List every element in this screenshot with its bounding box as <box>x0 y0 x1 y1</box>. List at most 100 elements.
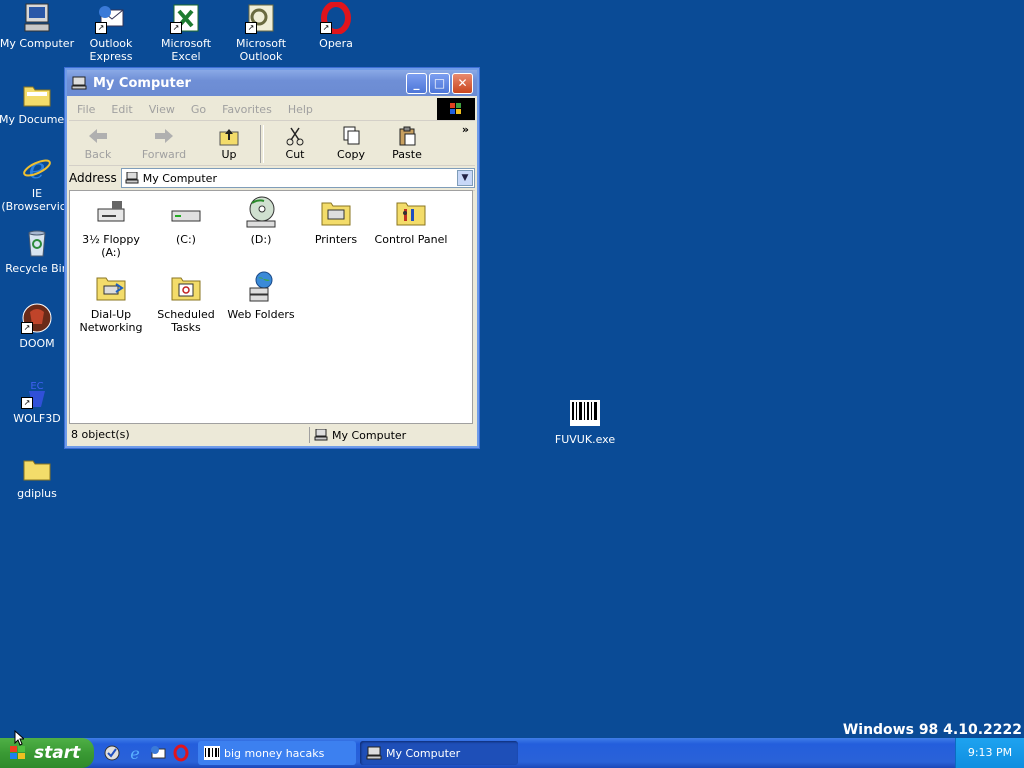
menu-favorites[interactable]: Favorites <box>222 103 272 116</box>
mouse-cursor-icon <box>14 729 26 746</box>
paste-label: Paste <box>392 148 422 161</box>
computer-icon <box>314 428 328 441</box>
status-location-label: My Computer <box>332 428 407 442</box>
desktop-icon-gdiplus[interactable]: gdiplus <box>0 452 75 500</box>
floppy-drive-icon <box>94 195 128 229</box>
wolf3d-icon: EC ↗ <box>21 377 53 409</box>
recycle-bin-icon <box>21 227 53 259</box>
menu-file[interactable]: File <box>77 103 95 116</box>
barcode-exe-icon <box>204 746 220 760</box>
item-web-folders[interactable]: Web Folders <box>224 270 298 321</box>
shortcut-arrow-icon: ↗ <box>320 22 332 34</box>
opera-icon: ↗ <box>320 1 352 35</box>
paste-button[interactable]: Paste <box>379 123 435 165</box>
address-label: Address <box>69 171 117 185</box>
desktop-icon-outlook[interactable]: ↗ Microsoft Outlook <box>223 2 299 63</box>
desktop-icon-excel[interactable]: ↗ Microsoft Excel <box>148 2 224 63</box>
item-label: Control Panel <box>374 233 448 246</box>
minimize-button[interactable]: _ <box>406 72 427 94</box>
up-label: Up <box>221 148 237 161</box>
shortcut-arrow-icon: ↗ <box>245 22 257 34</box>
opera-icon[interactable] <box>172 744 190 762</box>
item-drive-c[interactable]: (C:) <box>149 195 223 246</box>
desktop-icon-my-computer[interactable]: My Computer <box>0 2 75 50</box>
shortcut-arrow-icon: ↗ <box>170 22 182 34</box>
task-my-computer[interactable]: My Computer <box>360 741 518 765</box>
copy-button[interactable]: Copy <box>323 123 379 165</box>
menu-bar: File Edit View Go Favorites Help <box>69 98 475 121</box>
folder-icon <box>21 452 53 484</box>
window-titlebar[interactable]: My Computer _ □ ✕ <box>67 70 477 96</box>
status-bar: 8 object(s) My Computer <box>69 426 473 444</box>
forward-arrow-icon <box>152 126 176 146</box>
up-button[interactable]: Up <box>201 123 257 165</box>
svg-text:e: e <box>130 744 139 762</box>
back-label: Back <box>84 148 112 161</box>
item-label: Printers <box>314 233 358 246</box>
desktop-icon-opera[interactable]: ↗ Opera <box>298 1 374 50</box>
cd-drive-icon <box>244 195 278 229</box>
desktop-icon-outlook-express[interactable]: ↗ Outlook Express <box>73 2 149 63</box>
menu-go[interactable]: Go <box>191 103 206 116</box>
shortcut-arrow-icon: ↗ <box>95 22 107 34</box>
item-control-panel[interactable]: Control Panel <box>374 195 448 246</box>
item-printers[interactable]: Printers <box>299 195 373 246</box>
doom-icon: ↗ <box>21 302 53 334</box>
item-floppy-a[interactable]: 3½ Floppy (A:) <box>74 195 148 259</box>
item-label: (D:) <box>250 233 272 246</box>
desktop-icon-fuvuk[interactable]: FUVUK.exe <box>547 398 623 446</box>
menu-help[interactable]: Help <box>288 103 313 116</box>
os-version-watermark: Windows 98 4.10.2222 <box>842 722 1022 738</box>
address-dropdown-button[interactable]: ▼ <box>457 170 473 186</box>
computer-icon <box>71 76 87 90</box>
cut-label: Cut <box>285 148 305 161</box>
menu-edit[interactable]: Edit <box>111 103 132 116</box>
shortcut-arrow-icon: ↗ <box>21 322 33 334</box>
system-tray: 9:13 PM <box>955 738 1024 768</box>
web-folders-icon <box>244 270 278 304</box>
item-scheduled-tasks[interactable]: Scheduled Tasks <box>149 270 223 334</box>
forward-button[interactable]: Forward <box>127 123 201 165</box>
desktop-icon-label: Opera <box>319 37 353 50</box>
outlook-express-icon[interactable] <box>149 744 167 762</box>
cut-button[interactable]: Cut <box>267 123 323 165</box>
maximize-button[interactable]: □ <box>429 72 450 94</box>
printers-folder-icon <box>319 195 353 229</box>
menu-view[interactable]: View <box>149 103 175 116</box>
item-label: Dial-Up Networking <box>79 308 143 334</box>
toolbar-more-chevron-icon[interactable]: » <box>462 123 469 136</box>
scheduled-tasks-icon <box>169 270 203 304</box>
desktop-icon-label: gdiplus <box>17 487 57 500</box>
dialup-networking-icon <box>94 270 128 304</box>
task-label: big money hacaks <box>224 746 325 760</box>
standard-toolbar: Back Forward Up Cut Copy Paste » <box>69 121 475 166</box>
copy-icon <box>339 126 363 146</box>
address-field[interactable]: My Computer ▼ <box>120 168 475 188</box>
show-desktop-icon[interactable] <box>103 744 121 762</box>
ie-icon: e <box>21 152 53 185</box>
item-drive-d[interactable]: (D:) <box>224 195 298 246</box>
outlook-express-icon: ↗ <box>95 2 127 34</box>
task-big-money-hacaks[interactable]: big money hacaks <box>198 741 356 765</box>
excel-icon: ↗ <box>170 2 202 34</box>
windows-flag-icon <box>8 744 28 762</box>
scissors-icon <box>283 126 307 146</box>
item-label: Scheduled Tasks <box>157 308 215 334</box>
ie-icon[interactable]: e <box>126 744 144 763</box>
my-computer-window[interactable]: My Computer _ □ ✕ File Edit View Go Favo… <box>64 67 480 449</box>
taskbar: start e big money hacaks My Computer 9:1… <box>0 738 1024 768</box>
clock[interactable]: 9:13 PM <box>968 746 1012 759</box>
item-dialup-networking[interactable]: Dial-Up Networking <box>74 270 148 334</box>
back-button[interactable]: Back <box>69 123 127 165</box>
desktop-icon-label: Microsoft Outlook <box>235 37 287 63</box>
item-label: 3½ Floppy (A:) <box>82 233 140 259</box>
task-label: My Computer <box>386 746 461 760</box>
close-button[interactable]: ✕ <box>452 72 473 94</box>
item-label: Web Folders <box>227 308 295 321</box>
item-label: (C:) <box>176 233 196 246</box>
hard-drive-icon <box>169 195 203 229</box>
folder-contents: 3½ Floppy (A:) (C:) (D:) Printers Contro… <box>69 190 473 424</box>
address-value: My Computer <box>142 171 217 185</box>
outlook-icon: ↗ <box>245 2 277 34</box>
up-folder-icon <box>217 126 241 146</box>
